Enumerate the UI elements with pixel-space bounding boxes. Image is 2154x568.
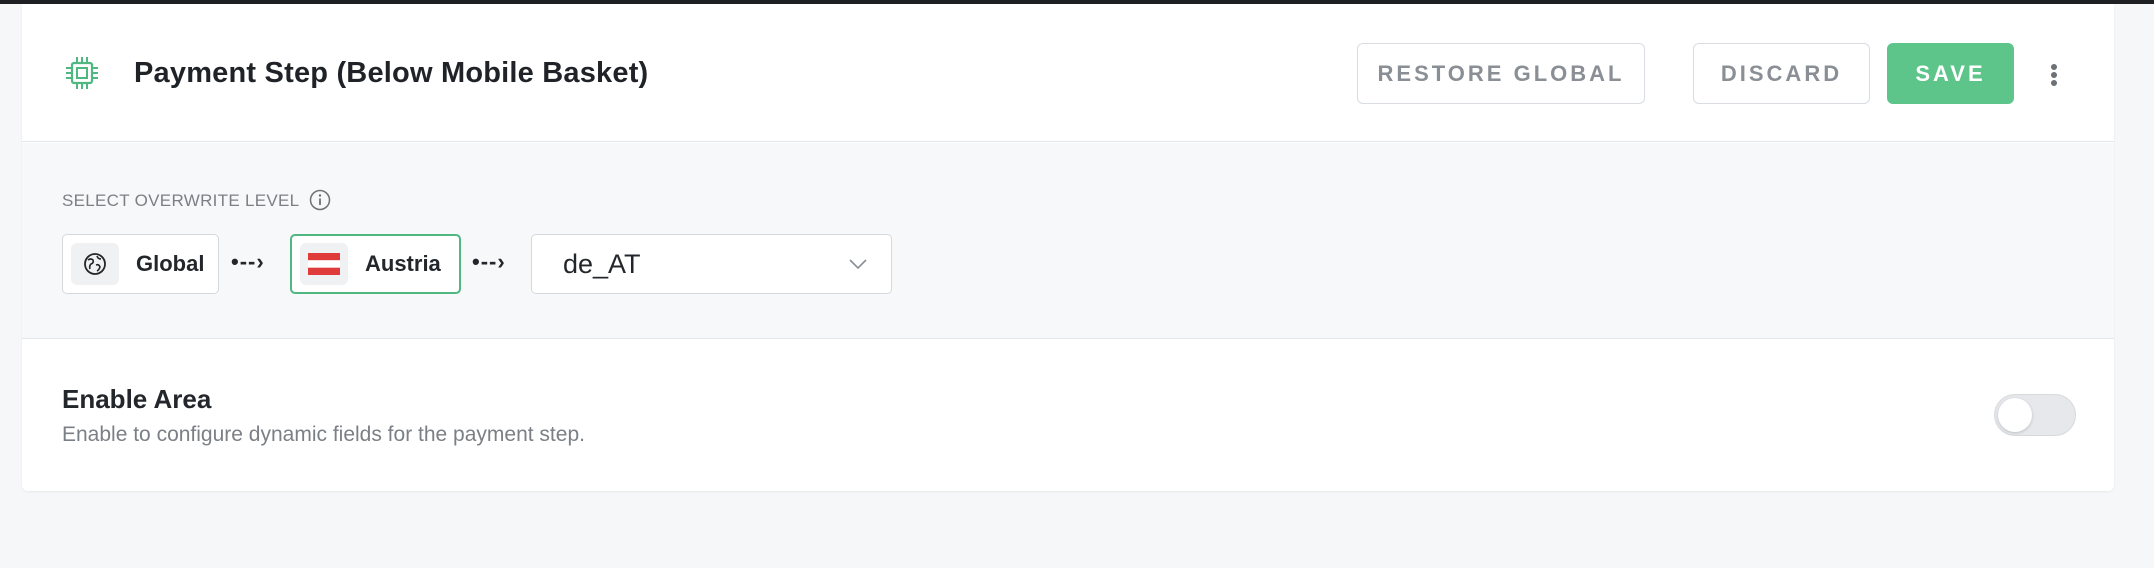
level-chip-global[interactable]: Global <box>62 234 219 294</box>
level-chip-label: Austria <box>365 251 441 276</box>
globe-icon <box>84 253 106 275</box>
card-header: Payment Step (Below Mobile Basket) RESTO… <box>22 4 2114 142</box>
austria-flag-icon <box>308 253 340 275</box>
locale-select[interactable]: de_AT <box>531 234 892 294</box>
globe-icon-box <box>71 243 119 285</box>
restore-global-button[interactable]: RESTORE GLOBAL <box>1357 43 1645 104</box>
level-arrow: •--› <box>231 249 265 274</box>
info-icon[interactable] <box>309 189 331 211</box>
overwrite-level-label: SELECT OVERWRITE LEVEL <box>62 191 300 210</box>
more-dot <box>2051 64 2057 70</box>
level-chip-austria[interactable]: Austria <box>290 234 461 294</box>
enable-area-description: Enable to configure dynamic fields for t… <box>62 423 585 446</box>
locale-select-value: de_AT <box>563 249 641 279</box>
flag-icon-box <box>300 243 348 285</box>
enable-area-title: Enable Area <box>62 384 212 414</box>
settings-card: Payment Step (Below Mobile Basket) RESTO… <box>22 4 2114 491</box>
more-options-icon[interactable] <box>2042 58 2066 92</box>
overwrite-level-section: SELECT OVERWRITE LEVEL Global •--› Austr… <box>22 143 2114 339</box>
level-arrow: •--› <box>472 249 506 274</box>
more-dot <box>2051 80 2057 86</box>
more-dot <box>2051 72 2057 78</box>
chip-icon <box>66 57 98 89</box>
level-chip-label: Global <box>136 251 205 276</box>
chevron-down-icon <box>849 259 867 270</box>
enable-area-toggle[interactable] <box>1994 394 2076 436</box>
page-title: Payment Step (Below Mobile Basket) <box>134 57 649 89</box>
discard-button[interactable]: DISCARD <box>1693 43 1870 104</box>
toggle-knob <box>1998 398 2032 432</box>
save-button[interactable]: SAVE <box>1887 43 2014 104</box>
